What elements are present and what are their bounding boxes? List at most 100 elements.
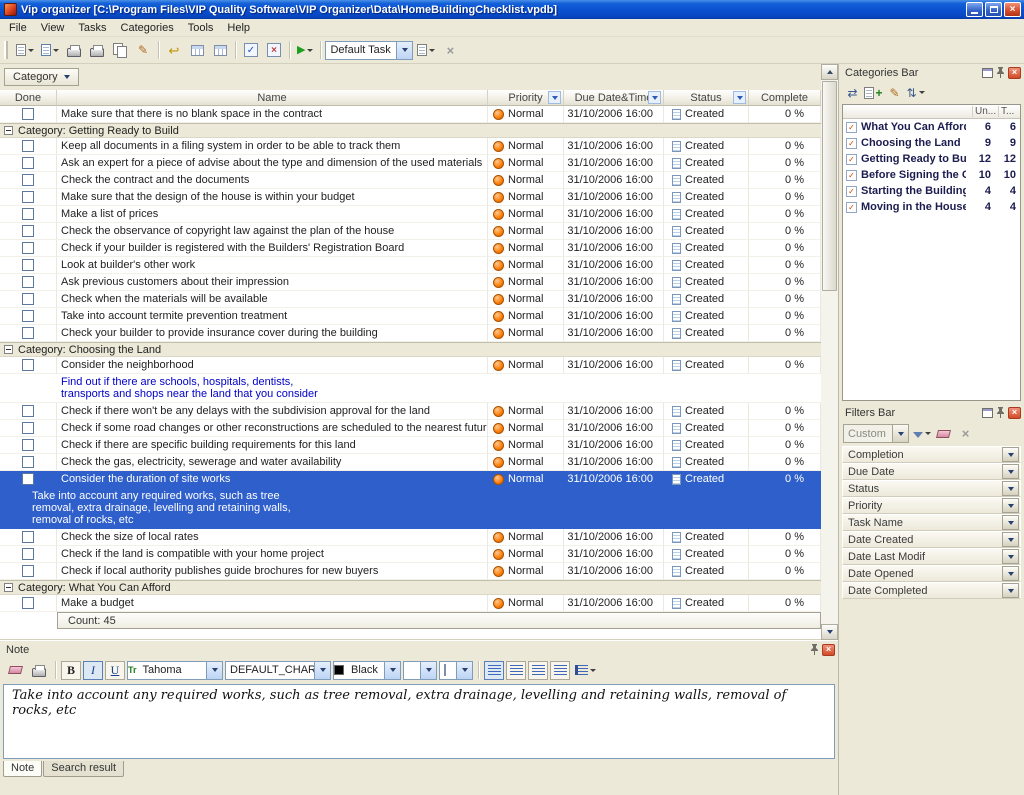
task-row[interactable]: Make a list of pricesNormal31/10/2006 16… — [0, 206, 821, 223]
task-row[interactable]: Look at builder's other workNormal31/10/… — [0, 257, 821, 274]
task-checkbox[interactable] — [22, 565, 34, 577]
add-category-button[interactable]: + — [864, 83, 883, 102]
assign-category-button[interactable]: ⇄ — [843, 83, 862, 102]
filter-dropdown-button[interactable] — [1002, 566, 1019, 581]
charset-combo[interactable]: DEFAULT_CHAR — [225, 661, 331, 680]
title-bar[interactable]: Vip organizer [C:\Program Files\VIP Qual… — [0, 0, 1024, 19]
task-row[interactable]: Make sure that the design of the house i… — [0, 189, 821, 206]
task-checkbox[interactable] — [22, 108, 34, 120]
filter-row[interactable]: Completion — [842, 446, 1021, 463]
mark-complete-button[interactable]: ✓ — [240, 39, 262, 61]
filter-row[interactable]: Date Opened — [842, 565, 1021, 582]
print-preview-button[interactable] — [86, 39, 108, 61]
note-editor[interactable]: Take into account any required works, su… — [3, 684, 835, 759]
task-checkbox[interactable] — [22, 359, 34, 371]
task-checkbox[interactable] — [22, 327, 34, 339]
view-layout-button[interactable] — [209, 39, 231, 61]
edit-task-button[interactable]: ✎ — [132, 39, 154, 61]
task-row[interactable]: Check the gas, electricity, sewerage and… — [0, 454, 821, 471]
combo-dropdown-button[interactable] — [456, 662, 472, 679]
collapse-icon[interactable] — [4, 345, 13, 354]
category-item[interactable]: ✓Moving in the House44 — [843, 199, 1020, 215]
mark-cancelled-button[interactable]: × — [263, 39, 285, 61]
align-left-button[interactable] — [484, 661, 504, 680]
align-justify-button[interactable] — [550, 661, 570, 680]
font-color-combo[interactable]: Black — [333, 661, 401, 680]
filter-row[interactable]: Status — [842, 480, 1021, 497]
scroll-up-button[interactable] — [821, 64, 838, 80]
tab-note[interactable]: Note — [3, 761, 42, 777]
status-filter-button[interactable] — [733, 91, 746, 104]
filter-row[interactable]: Date Last Modif — [842, 548, 1021, 565]
column-header-due[interactable]: Due Date&Time — [564, 90, 664, 106]
column-header-done[interactable]: Done — [0, 90, 57, 106]
task-row[interactable]: Ask previous customers about their impre… — [0, 274, 821, 291]
close-note-panel-button[interactable]: × — [822, 644, 835, 656]
combo-dropdown-button[interactable] — [420, 662, 436, 679]
task-row[interactable]: Check the size of local ratesNormal31/10… — [0, 529, 821, 546]
scrollbar-thumb[interactable] — [822, 81, 837, 291]
due-filter-button[interactable] — [648, 91, 661, 104]
task-row[interactable]: Check when the materials will be availab… — [0, 291, 821, 308]
category-item[interactable]: ✓Starting the Building44 — [843, 183, 1020, 199]
task-row[interactable]: Consider the duration of site worksNorma… — [0, 471, 821, 488]
column-header-unassigned[interactable]: Un... — [972, 106, 998, 117]
filter-row[interactable]: Date Created — [842, 531, 1021, 548]
combo-dropdown-button[interactable] — [892, 425, 908, 442]
filter-preset-combo[interactable]: Custom — [843, 424, 909, 443]
task-checkbox[interactable] — [22, 259, 34, 271]
task-row[interactable]: Keep all documents in a filing system in… — [0, 138, 821, 155]
task-row[interactable]: Ask an expert for a piece of advise abou… — [0, 155, 821, 172]
clear-filter-button[interactable] — [934, 424, 953, 443]
task-note-row[interactable]: Find out if there are schools, hospitals… — [0, 374, 821, 403]
task-checkbox[interactable] — [22, 242, 34, 254]
task-row[interactable]: Check the contract and the documentsNorm… — [0, 172, 821, 189]
filter-row[interactable]: Date Completed — [842, 582, 1021, 599]
filter-row[interactable]: Priority — [842, 497, 1021, 514]
undo-button[interactable]: ↩ — [163, 39, 185, 61]
menu-categories[interactable]: Categories — [114, 20, 181, 36]
task-checkbox[interactable] — [22, 422, 34, 434]
category-item[interactable]: ✓Choosing the Land99 — [843, 135, 1020, 151]
clear-note-button[interactable] — [4, 659, 26, 681]
task-row[interactable]: Make sure that there is no blank space i… — [0, 106, 821, 123]
float-panel-icon[interactable] — [982, 68, 993, 78]
toolbar-grip[interactable] — [4, 41, 8, 59]
font-family-combo[interactable]: Tr Tahoma — [127, 661, 223, 680]
task-checkbox[interactable] — [22, 473, 34, 485]
underline-button[interactable]: U — [105, 661, 125, 680]
filter-dropdown-button[interactable] — [1002, 447, 1019, 462]
italic-button[interactable]: I — [83, 661, 103, 680]
edit-category-button[interactable]: ✎ — [885, 83, 904, 102]
task-row[interactable]: Make a budgetNormal31/10/2006 16:00Creat… — [0, 595, 821, 612]
category-group-row[interactable]: Category: What You Can Afford — [0, 580, 821, 595]
run-template-button[interactable]: ▶ — [294, 39, 316, 61]
menu-tasks[interactable]: Tasks — [71, 20, 113, 36]
task-checkbox[interactable] — [22, 310, 34, 322]
task-checkbox[interactable] — [22, 276, 34, 288]
task-row[interactable]: Take into account termite prevention tre… — [0, 308, 821, 325]
category-group-row[interactable]: Category: Getting Ready to Build — [0, 123, 821, 138]
pin-icon[interactable] — [996, 407, 1005, 418]
task-checkbox[interactable] — [22, 174, 34, 186]
print-note-button[interactable] — [28, 659, 50, 681]
new-note-button[interactable] — [38, 39, 62, 61]
copy-button[interactable] — [109, 39, 131, 61]
align-center-button[interactable] — [506, 661, 526, 680]
edit-template-button[interactable] — [414, 39, 438, 61]
columns-button[interactable] — [186, 39, 208, 61]
task-row[interactable]: Check if there are specific building req… — [0, 437, 821, 454]
pin-icon[interactable] — [996, 67, 1005, 78]
task-checkbox[interactable] — [22, 439, 34, 451]
print-button[interactable] — [63, 39, 85, 61]
filter-dropdown-button[interactable] — [1002, 515, 1019, 530]
close-filters-bar-button[interactable]: × — [1008, 407, 1021, 419]
task-row[interactable]: Consider the neighborhoodNormal31/10/200… — [0, 357, 821, 374]
minimize-button[interactable] — [966, 2, 983, 17]
group-by-category-button[interactable]: Category — [4, 68, 79, 86]
selected-task-note-row[interactable]: Take into account any required works, su… — [0, 488, 821, 529]
task-checkbox[interactable] — [22, 191, 34, 203]
collapse-icon[interactable] — [4, 126, 13, 135]
combo-dropdown-button[interactable] — [314, 662, 330, 679]
filter-row[interactable]: Due Date — [842, 463, 1021, 480]
